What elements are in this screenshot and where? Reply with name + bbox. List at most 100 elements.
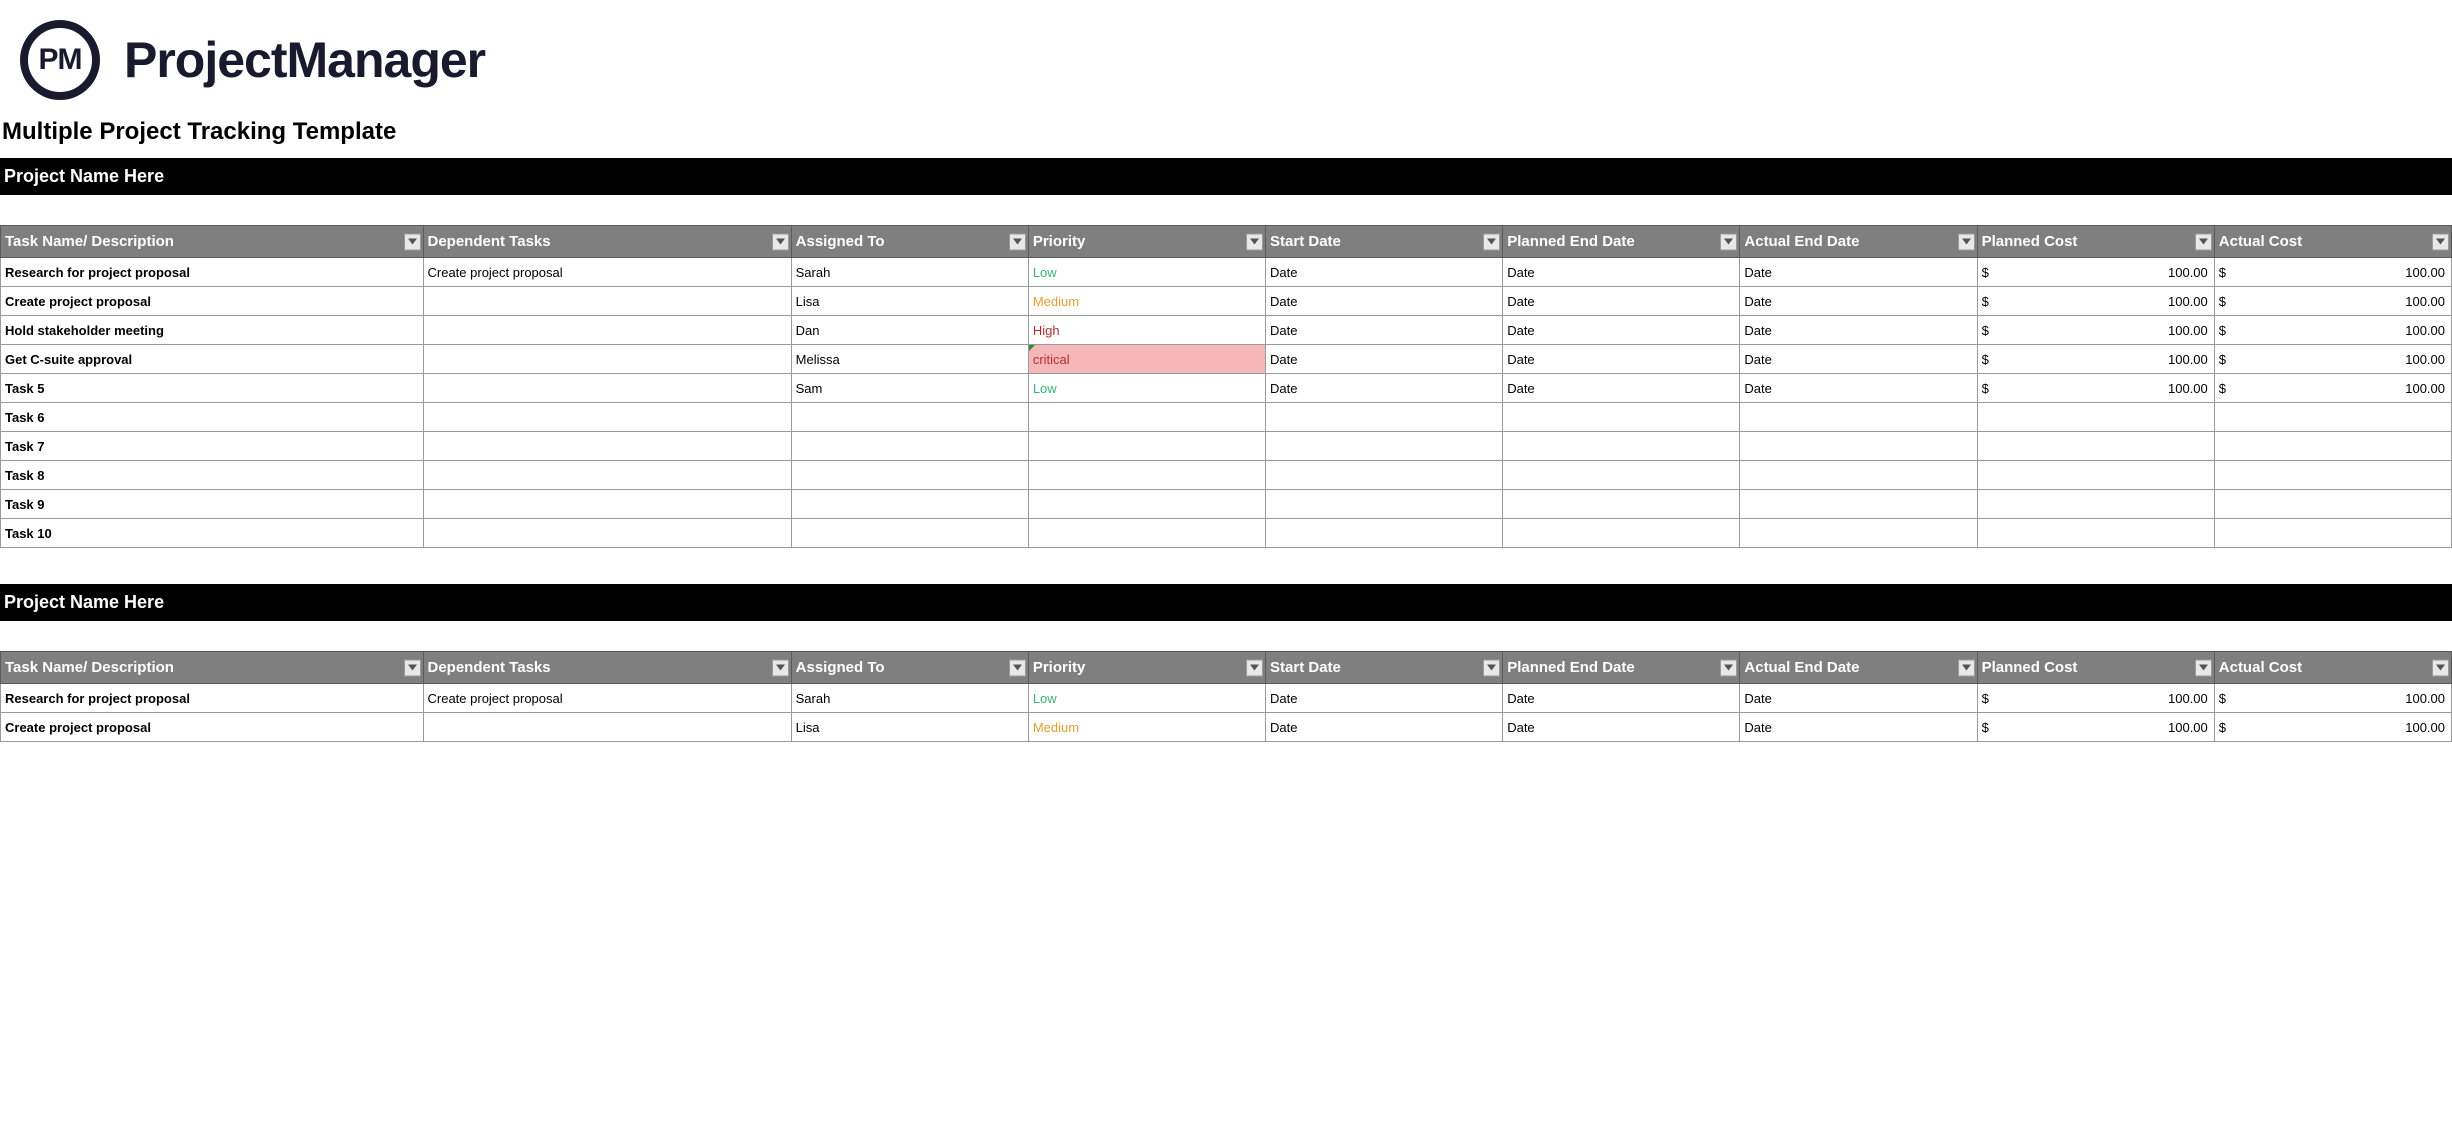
actual-end-cell[interactable]: Date [1740, 345, 1977, 374]
task-name-cell[interactable]: Task 10 [1, 519, 424, 548]
column-header[interactable]: Priority [1028, 226, 1265, 258]
task-name-cell[interactable]: Create project proposal [1, 287, 424, 316]
cost-cell[interactable] [2214, 519, 2451, 548]
start-date-cell[interactable]: Date [1266, 258, 1503, 287]
dependent-cell[interactable] [423, 403, 791, 432]
assigned-cell[interactable]: Melissa [791, 345, 1028, 374]
cost-cell[interactable]: $100.00 [1977, 374, 2214, 403]
actual-end-cell[interactable] [1740, 490, 1977, 519]
assigned-cell[interactable] [791, 461, 1028, 490]
filter-dropdown-icon[interactable] [1483, 233, 1500, 250]
planned-end-cell[interactable] [1503, 432, 1740, 461]
column-header[interactable]: Dependent Tasks [423, 226, 791, 258]
planned-end-cell[interactable] [1503, 490, 1740, 519]
planned-end-cell[interactable]: Date [1503, 345, 1740, 374]
start-date-cell[interactable] [1266, 432, 1503, 461]
column-header[interactable]: Start Date [1266, 652, 1503, 684]
cost-cell[interactable]: $100.00 [1977, 713, 2214, 742]
task-name-cell[interactable]: Task 8 [1, 461, 424, 490]
filter-dropdown-icon[interactable] [1483, 659, 1500, 676]
dependent-cell[interactable]: Create project proposal [423, 258, 791, 287]
dependent-cell[interactable] [423, 287, 791, 316]
assigned-cell[interactable]: Sarah [791, 684, 1028, 713]
filter-dropdown-icon[interactable] [2432, 233, 2449, 250]
column-header[interactable]: Assigned To [791, 226, 1028, 258]
task-name-cell[interactable]: Task 6 [1, 403, 424, 432]
cost-cell[interactable] [1977, 403, 2214, 432]
priority-cell[interactable] [1028, 461, 1265, 490]
column-header[interactable]: Task Name/ Description [1, 652, 424, 684]
filter-dropdown-icon[interactable] [1720, 659, 1737, 676]
cost-cell[interactable] [2214, 432, 2451, 461]
task-name-cell[interactable]: Task 7 [1, 432, 424, 461]
start-date-cell[interactable]: Date [1266, 684, 1503, 713]
dependent-cell[interactable] [423, 432, 791, 461]
planned-end-cell[interactable]: Date [1503, 287, 1740, 316]
cost-cell[interactable] [1977, 461, 2214, 490]
dependent-cell[interactable] [423, 519, 791, 548]
filter-dropdown-icon[interactable] [1958, 659, 1975, 676]
column-header[interactable]: Planned Cost [1977, 226, 2214, 258]
cost-cell[interactable]: $100.00 [1977, 287, 2214, 316]
start-date-cell[interactable]: Date [1266, 345, 1503, 374]
start-date-cell[interactable]: Date [1266, 316, 1503, 345]
cost-cell[interactable]: $100.00 [2214, 713, 2451, 742]
actual-end-cell[interactable]: Date [1740, 287, 1977, 316]
assigned-cell[interactable] [791, 432, 1028, 461]
filter-dropdown-icon[interactable] [1009, 659, 1026, 676]
cost-cell[interactable]: $100.00 [1977, 345, 2214, 374]
cost-cell[interactable] [1977, 519, 2214, 548]
column-header[interactable]: Actual Cost [2214, 652, 2451, 684]
priority-cell[interactable]: Low [1028, 374, 1265, 403]
dependent-cell[interactable] [423, 490, 791, 519]
filter-dropdown-icon[interactable] [1246, 659, 1263, 676]
planned-end-cell[interactable]: Date [1503, 713, 1740, 742]
cost-cell[interactable]: $100.00 [1977, 684, 2214, 713]
cost-cell[interactable]: $100.00 [2214, 258, 2451, 287]
column-header[interactable]: Planned Cost [1977, 652, 2214, 684]
task-name-cell[interactable]: Research for project proposal [1, 258, 424, 287]
cost-cell[interactable]: $100.00 [2214, 345, 2451, 374]
filter-dropdown-icon[interactable] [772, 659, 789, 676]
planned-end-cell[interactable] [1503, 403, 1740, 432]
column-header[interactable]: Task Name/ Description [1, 226, 424, 258]
priority-cell[interactable]: Medium [1028, 287, 1265, 316]
priority-cell[interactable] [1028, 519, 1265, 548]
task-name-cell[interactable]: Hold stakeholder meeting [1, 316, 424, 345]
dependent-cell[interactable] [423, 345, 791, 374]
cost-cell[interactable] [2214, 403, 2451, 432]
priority-cell[interactable] [1028, 490, 1265, 519]
cost-cell[interactable]: $100.00 [1977, 316, 2214, 345]
planned-end-cell[interactable]: Date [1503, 316, 1740, 345]
actual-end-cell[interactable]: Date [1740, 374, 1977, 403]
assigned-cell[interactable]: Lisa [791, 287, 1028, 316]
actual-end-cell[interactable] [1740, 432, 1977, 461]
column-header[interactable]: Start Date [1266, 226, 1503, 258]
cost-cell[interactable]: $100.00 [2214, 374, 2451, 403]
start-date-cell[interactable] [1266, 490, 1503, 519]
assigned-cell[interactable] [791, 490, 1028, 519]
priority-cell[interactable]: Low [1028, 258, 1265, 287]
priority-cell[interactable]: Low [1028, 684, 1265, 713]
actual-end-cell[interactable]: Date [1740, 258, 1977, 287]
dependent-cell[interactable] [423, 713, 791, 742]
actual-end-cell[interactable]: Date [1740, 316, 1977, 345]
dependent-cell[interactable] [423, 316, 791, 345]
filter-dropdown-icon[interactable] [772, 233, 789, 250]
cost-cell[interactable]: $100.00 [2214, 287, 2451, 316]
column-header[interactable]: Dependent Tasks [423, 652, 791, 684]
priority-cell[interactable]: critical [1028, 345, 1265, 374]
planned-end-cell[interactable] [1503, 519, 1740, 548]
filter-dropdown-icon[interactable] [1009, 233, 1026, 250]
column-header[interactable]: Planned End Date [1503, 226, 1740, 258]
planned-end-cell[interactable]: Date [1503, 684, 1740, 713]
actual-end-cell[interactable] [1740, 461, 1977, 490]
filter-dropdown-icon[interactable] [404, 659, 421, 676]
priority-cell[interactable] [1028, 403, 1265, 432]
cost-cell[interactable] [1977, 490, 2214, 519]
cost-cell[interactable] [2214, 490, 2451, 519]
cost-cell[interactable] [1977, 432, 2214, 461]
dependent-cell[interactable] [423, 461, 791, 490]
project-name-bar[interactable]: Project Name Here [0, 158, 2452, 195]
filter-dropdown-icon[interactable] [1720, 233, 1737, 250]
